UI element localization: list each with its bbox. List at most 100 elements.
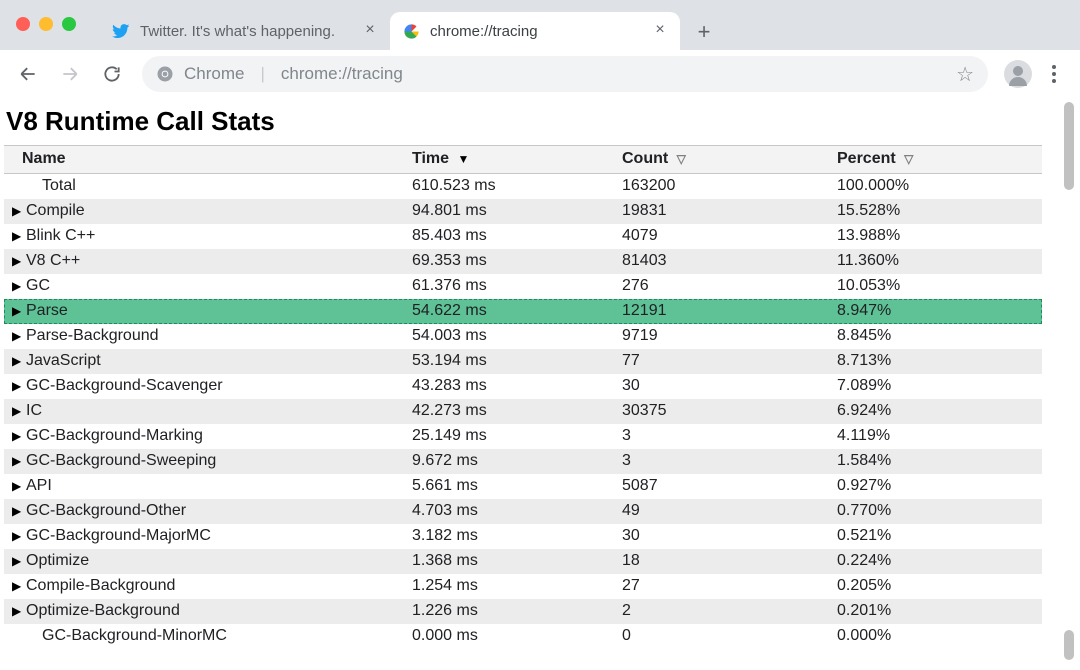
disclosure-triangle-icon[interactable]: ▶ <box>12 404 22 418</box>
window-close-button[interactable] <box>16 17 30 31</box>
new-tab-button[interactable]: + <box>688 16 720 48</box>
table-row[interactable]: ▶GC61.376 ms27610.053% <box>4 274 1042 299</box>
row-name: GC-Background-Sweeping <box>26 452 216 470</box>
viewport: V8 Runtime Call Stats Name Time ▼ Count … <box>0 98 1080 670</box>
browser-chrome: Twitter. It's what's happening. × chrome… <box>0 0 1080 98</box>
row-time: 69.353 ms <box>404 249 614 274</box>
table-row[interactable]: ▶Total610.523 ms163200100.000% <box>4 174 1042 200</box>
table-row[interactable]: ▶GC-Background-Marking25.149 ms34.119% <box>4 424 1042 449</box>
back-button[interactable] <box>10 56 46 92</box>
column-header-count[interactable]: Count ▽ <box>614 146 829 174</box>
bookmark-star-icon[interactable]: ☆ <box>956 62 974 87</box>
twitter-icon <box>112 22 130 40</box>
disclosure-triangle-icon[interactable]: ▶ <box>12 479 22 493</box>
disclosure-triangle-icon[interactable]: ▶ <box>12 554 22 568</box>
row-count: 77 <box>614 349 829 374</box>
disclosure-triangle-icon[interactable]: ▶ <box>12 304 22 318</box>
row-name: V8 C++ <box>26 252 80 270</box>
tab-title: chrome://tracing <box>430 23 642 40</box>
row-time: 94.801 ms <box>404 199 614 224</box>
tab-tracing[interactable]: chrome://tracing × <box>390 12 680 50</box>
table-row[interactable]: ▶API5.661 ms50870.927% <box>4 474 1042 499</box>
disclosure-triangle-icon[interactable]: ▶ <box>12 254 22 268</box>
row-percent: 6.924% <box>829 399 1042 424</box>
disclosure-triangle-icon[interactable]: ▶ <box>12 429 22 443</box>
reload-button[interactable] <box>94 56 130 92</box>
disclosure-triangle-icon[interactable]: ▶ <box>12 279 22 293</box>
forward-button[interactable] <box>52 56 88 92</box>
tab-twitter[interactable]: Twitter. It's what's happening. × <box>100 12 390 50</box>
row-name: Optimize <box>26 552 89 570</box>
table-row[interactable]: ▶IC42.273 ms303756.924% <box>4 399 1042 424</box>
row-percent: 0.205% <box>829 574 1042 599</box>
table-row[interactable]: ▶ V8 C++ 69.353 ms8140311.360% <box>4 249 1042 274</box>
row-percent: 4.119% <box>829 424 1042 449</box>
close-icon[interactable]: × <box>652 23 668 39</box>
window-zoom-button[interactable] <box>62 17 76 31</box>
row-percent: 0.224% <box>829 549 1042 574</box>
row-count: 2 <box>614 599 829 624</box>
profile-avatar-button[interactable] <box>1004 60 1032 88</box>
address-scheme: Chrome <box>184 64 244 84</box>
row-percent: 7.089% <box>829 374 1042 399</box>
disclosure-triangle-icon[interactable]: ▶ <box>12 529 22 543</box>
table-row[interactable]: ▶GC-Background-MajorMC3.182 ms300.521% <box>4 524 1042 549</box>
row-percent: 13.988% <box>829 224 1042 249</box>
column-header-percent[interactable]: Percent ▽ <box>829 146 1042 174</box>
row-time: 1.254 ms <box>404 574 614 599</box>
scrollbar[interactable] <box>1062 98 1076 664</box>
disclosure-triangle-icon[interactable]: ▶ <box>12 504 22 518</box>
disclosure-triangle-icon[interactable]: ▶ <box>12 204 22 218</box>
disclosure-triangle-icon[interactable]: ▶ <box>12 229 22 243</box>
disclosure-triangle-icon[interactable]: ▶ <box>12 579 22 593</box>
browser-menu-button[interactable] <box>1042 62 1066 86</box>
row-count: 4079 <box>614 224 829 249</box>
window-controls <box>16 17 76 31</box>
page-title: V8 Runtime Call Stats <box>6 106 1076 137</box>
row-percent: 0.521% <box>829 524 1042 549</box>
disclosure-triangle-icon[interactable]: ▶ <box>12 454 22 468</box>
column-header-name[interactable]: Name <box>4 146 404 174</box>
table-row[interactable]: ▶Compile94.801 ms1983115.528% <box>4 199 1042 224</box>
row-name: JavaScript <box>26 352 101 370</box>
table-row[interactable]: ▶Compile-Background1.254 ms270.205% <box>4 574 1042 599</box>
disclosure-triangle-icon[interactable]: ▶ <box>12 329 22 343</box>
table-row[interactable]: ▶GC-Background-Sweeping9.672 ms31.584% <box>4 449 1042 474</box>
row-percent: 11.360% <box>829 249 1042 274</box>
table-row[interactable]: ▶GC-Background-MinorMC0.000 ms00.000% <box>4 624 1042 649</box>
row-percent: 8.845% <box>829 324 1042 349</box>
table-row[interactable]: ▶Parse-Background54.003 ms97198.845% <box>4 324 1042 349</box>
window-minimize-button[interactable] <box>39 17 53 31</box>
table-row[interactable]: ▶Blink C++85.403 ms407913.988% <box>4 224 1042 249</box>
row-name: Blink C++ <box>26 227 95 245</box>
disclosure-triangle-icon[interactable]: ▶ <box>12 354 22 368</box>
row-time: 9.672 ms <box>404 449 614 474</box>
table-row[interactable]: ▶GC-Background-Scavenger43.283 ms307.089… <box>4 374 1042 399</box>
stats-table: Name Time ▼ Count ▽ Percent ▽ <box>4 145 1042 649</box>
disclosure-triangle-icon[interactable]: ▶ <box>12 604 22 618</box>
disclosure-triangle-icon[interactable]: ▶ <box>12 379 22 393</box>
row-time: 3.182 ms <box>404 524 614 549</box>
row-percent: 0.000% <box>829 624 1042 649</box>
table-row[interactable]: ▶ JavaScript 53.194 ms778.713% <box>4 349 1042 374</box>
scrollbar-thumb[interactable] <box>1064 630 1074 660</box>
table-row[interactable]: ▶Optimize-Background1.226 ms20.201% <box>4 599 1042 624</box>
chrome-scheme-icon <box>156 65 174 83</box>
row-count: 81403 <box>614 249 829 274</box>
row-count: 276 <box>614 274 829 299</box>
row-name: GC-Background-Scavenger <box>26 377 223 395</box>
table-row[interactable]: ▶Optimize1.368 ms180.224% <box>4 549 1042 574</box>
close-icon[interactable]: × <box>362 23 378 39</box>
table-row[interactable]: ▶GC-Background-Other4.703 ms490.770% <box>4 499 1042 524</box>
tab-strip: Twitter. It's what's happening. × chrome… <box>0 0 1080 50</box>
row-count: 0 <box>614 624 829 649</box>
tabs: Twitter. It's what's happening. × chrome… <box>100 0 720 50</box>
address-bar[interactable]: Chrome | chrome://tracing ☆ <box>142 56 988 92</box>
row-time: 53.194 ms <box>404 349 614 374</box>
column-header-time[interactable]: Time ▼ <box>404 146 614 174</box>
scrollbar-thumb[interactable] <box>1064 102 1074 190</box>
row-name: GC-Background-Other <box>26 502 186 520</box>
table-row[interactable]: ▶Parse54.622 ms121918.947% <box>4 299 1042 324</box>
row-percent: 8.713% <box>829 349 1042 374</box>
row-time: 25.149 ms <box>404 424 614 449</box>
